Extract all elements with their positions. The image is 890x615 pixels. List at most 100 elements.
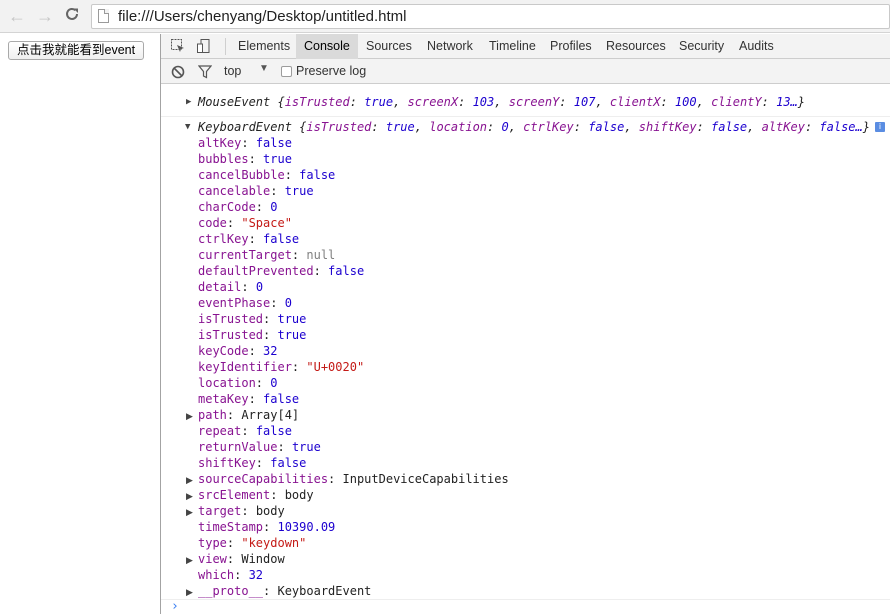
console-message-mouseevent[interactable]: ▶ MouseEvent {isTrusted: true, screenX: … bbox=[161, 90, 890, 117]
property-name: repeat bbox=[198, 424, 242, 438]
summary-key: screenX bbox=[407, 95, 459, 109]
inspect-element-icon[interactable] bbox=[171, 39, 185, 53]
summary-value: true bbox=[364, 95, 394, 109]
tab-audits[interactable]: Audits bbox=[739, 34, 774, 59]
tab-network[interactable]: Network bbox=[427, 34, 473, 59]
colon: : bbox=[270, 296, 285, 310]
property-value: "U+0020" bbox=[306, 360, 365, 374]
property-name: srcElement bbox=[198, 488, 271, 502]
context-selector[interactable]: top bbox=[224, 64, 241, 78]
forward-icon[interactable]: → bbox=[36, 6, 54, 26]
page-icon bbox=[98, 9, 109, 23]
keyboardevent-summary[interactable]: KeyboardEvent {isTrusted: true, location… bbox=[198, 119, 870, 135]
property-row[interactable]: ▶ __proto__: KeyboardEvent bbox=[186, 583, 371, 599]
property-value: "keydown" bbox=[241, 536, 307, 550]
comma: , bbox=[494, 95, 509, 109]
preserve-log-label[interactable]: Preserve log bbox=[296, 64, 366, 78]
property-name: isTrusted bbox=[198, 328, 264, 342]
property-value: 0 bbox=[284, 296, 292, 310]
property-row[interactable]: ▶ view: Window bbox=[186, 551, 285, 567]
info-icon[interactable]: i bbox=[875, 122, 885, 132]
property-value: 0 bbox=[270, 376, 278, 390]
property-row[interactable]: ▶ sourceCapabilities: InputDeviceCapabil… bbox=[186, 471, 509, 487]
colon: : bbox=[234, 568, 249, 582]
property-row: bubbles: true bbox=[186, 151, 292, 167]
property-value: body bbox=[284, 488, 314, 502]
property-row: cancelable: true bbox=[186, 183, 314, 199]
summary-value: 107 bbox=[573, 95, 596, 109]
property-row: currentTarget: null bbox=[186, 247, 335, 263]
collapse-triangle-icon[interactable]: ▼ bbox=[185, 119, 190, 135]
property-row: charCode: 0 bbox=[186, 199, 277, 215]
summary-key: clientX bbox=[609, 95, 661, 109]
clear-console-icon[interactable] bbox=[171, 65, 185, 79]
tab-timeline[interactable]: Timeline bbox=[489, 34, 536, 59]
tab-profiles[interactable]: Profiles bbox=[550, 34, 592, 59]
colon: : bbox=[226, 536, 242, 550]
property-row: which: 32 bbox=[186, 567, 263, 583]
property-name: isTrusted bbox=[198, 312, 264, 326]
property-name: target bbox=[198, 504, 242, 518]
property-name: ctrlKey bbox=[198, 232, 249, 246]
console-prompt[interactable]: › bbox=[161, 599, 890, 615]
property-row: shiftKey: false bbox=[186, 455, 306, 471]
property-row: metaKey: false bbox=[186, 391, 299, 407]
device-mode-icon[interactable] bbox=[197, 39, 211, 53]
property-value: true bbox=[277, 312, 307, 326]
property-value: InputDeviceCapabilities bbox=[342, 472, 509, 486]
property-name: defaultPrevented bbox=[198, 264, 314, 278]
url-text[interactable]: file:///Users/chenyang/Desktop/untitled.… bbox=[118, 8, 406, 25]
expand-triangle-icon[interactable]: ▶ bbox=[186, 94, 191, 110]
show-event-button[interactable]: 点击我就能看到event bbox=[8, 41, 145, 60]
devtools-panel: Elements Console Sources Network Timelin… bbox=[160, 34, 890, 614]
colon: : bbox=[270, 488, 285, 502]
colon: : bbox=[559, 95, 574, 109]
property-row[interactable]: ▶ target: body bbox=[186, 503, 285, 519]
tab-resources[interactable]: Resources bbox=[606, 34, 666, 59]
filter-icon[interactable] bbox=[197, 65, 213, 79]
property-row: isTrusted: true bbox=[186, 327, 306, 343]
property-row: eventPhase: 0 bbox=[186, 295, 292, 311]
reload-icon[interactable] bbox=[64, 6, 80, 26]
property-name: sourceCapabilities bbox=[198, 472, 329, 486]
colon: : bbox=[248, 232, 264, 246]
chevron-down-icon[interactable]: ▼ bbox=[259, 63, 269, 74]
property-name: which bbox=[198, 568, 235, 582]
property-value: "Space" bbox=[241, 216, 292, 230]
property-row: location: 0 bbox=[186, 375, 277, 391]
colon: : bbox=[291, 248, 307, 262]
property-row: type: "keydown" bbox=[186, 535, 306, 551]
property-value: false bbox=[255, 136, 292, 150]
property-row: timeStamp: 10390.09 bbox=[186, 519, 335, 535]
tab-console[interactable]: Console bbox=[296, 34, 358, 59]
property-row: altKey: false bbox=[186, 135, 292, 151]
page-content: 点击我就能看到event bbox=[0, 34, 160, 614]
colon: : bbox=[241, 136, 256, 150]
prompt-icon: › bbox=[171, 599, 179, 614]
summary-value: 13… bbox=[776, 95, 798, 109]
property-value: false bbox=[255, 424, 292, 438]
property-row[interactable]: ▶ path: Array[4] bbox=[186, 407, 299, 423]
property-value: 10390.09 bbox=[277, 520, 336, 534]
summary-value: false bbox=[588, 120, 625, 134]
summary-value: true bbox=[385, 120, 415, 134]
console-message-keyboardevent[interactable]: ▼ KeyboardEvent {isTrusted: true, locati… bbox=[161, 117, 890, 599]
property-value: true bbox=[263, 152, 292, 166]
console-filter-bar: top ▼ Preserve log bbox=[161, 59, 890, 84]
summary-key: isTrusted bbox=[284, 95, 350, 109]
tab-sources[interactable]: Sources bbox=[366, 34, 412, 59]
tab-elements[interactable]: Elements bbox=[238, 34, 290, 59]
property-row[interactable]: ▶ srcElement: body bbox=[186, 487, 314, 503]
mouseevent-summary[interactable]: MouseEvent {isTrusted: true, screenX: 10… bbox=[198, 94, 805, 110]
tab-security[interactable]: Security bbox=[679, 34, 724, 59]
address-bar[interactable]: file:///Users/chenyang/Desktop/untitled.… bbox=[91, 4, 890, 29]
colon: : bbox=[349, 95, 365, 109]
property-row: cancelBubble: false bbox=[186, 167, 335, 183]
property-row: code: "Space" bbox=[186, 215, 292, 231]
property-value: 0 bbox=[255, 280, 264, 294]
property-value: 32 bbox=[248, 568, 264, 582]
colon: : bbox=[248, 344, 264, 358]
colon: : bbox=[696, 120, 712, 134]
preserve-log-checkbox[interactable] bbox=[281, 66, 292, 77]
back-icon[interactable]: ← bbox=[8, 6, 26, 26]
